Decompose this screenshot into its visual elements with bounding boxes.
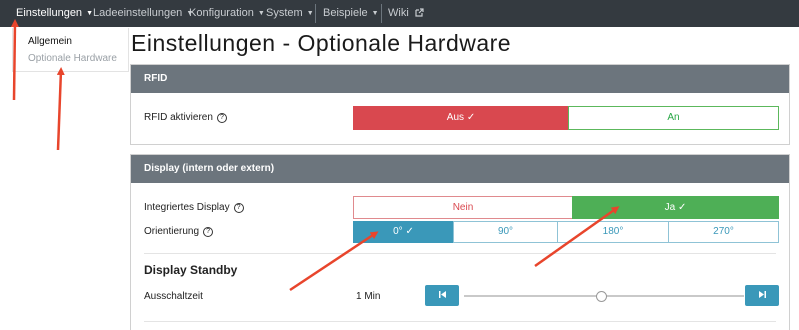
dropdown-item-optionale-hardware[interactable]: Optionale Hardware (28, 53, 117, 64)
nav-beispiele[interactable]: Beispiele ▼ (323, 0, 379, 27)
help-icon[interactable]: ? (216, 113, 227, 123)
step-forward-icon (758, 290, 767, 301)
orientation-label-text: Orientierung (144, 226, 200, 237)
rfid-label-text: RFID aktivieren (144, 112, 213, 123)
orientation-0-button[interactable]: 0° ✓ (353, 221, 454, 243)
integrated-display-nein-button[interactable]: Nein (353, 196, 573, 219)
rfid-label: RFID aktivieren? (144, 112, 227, 123)
nav-divider (315, 4, 316, 23)
section-divider (144, 253, 776, 254)
caret-down-icon: ▼ (371, 10, 379, 17)
integrated-display-ja-button[interactable]: Ja ✓ (572, 196, 779, 219)
nav-system-label: System (266, 7, 303, 19)
nav-ladeeinstellungen-label: Ladeeinstellungen (93, 7, 183, 19)
nav-beispiele-label: Beispiele (323, 7, 368, 19)
integrated-display-label-text: Integriertes Display (144, 202, 230, 213)
orientation-label: Orientierung? (144, 226, 214, 237)
nav-konfiguration[interactable]: Konfiguration ▼ (189, 0, 265, 27)
integrated-display-ja-label: Ja (664, 202, 676, 213)
rfid-an-button[interactable]: An (568, 106, 779, 130)
einstellungen-dropdown-menu: Allgemein Optionale Hardware (12, 28, 129, 72)
rfid-card-header: RFID (131, 65, 789, 93)
orientation-90-label: 90° (497, 226, 514, 237)
shutoff-label: Ausschaltzeit (144, 291, 203, 302)
caret-down-icon: ▼ (257, 10, 265, 17)
external-link-icon (415, 1, 424, 28)
caret-down-icon: ▼ (306, 10, 314, 17)
nav-einstellungen[interactable]: Einstellungen ▼ (16, 0, 93, 27)
orientation-0-label: 0° (393, 226, 403, 237)
shutoff-value: 1 Min (356, 291, 381, 302)
step-backward-icon (438, 290, 447, 301)
integrated-display-label: Integriertes Display? (144, 202, 244, 213)
check-icon: ✓ (466, 112, 476, 123)
display-card: Display (intern oder extern) Integrierte… (130, 154, 790, 330)
display-standby-heading: Display Standby (144, 263, 238, 277)
rfid-an-label: An (667, 112, 680, 123)
nav-ladeeinstellungen[interactable]: Ladeeinstellungen ▼ (93, 0, 193, 27)
orientation-90-button[interactable]: 90° (453, 221, 558, 243)
slider-decrease-button[interactable] (425, 285, 459, 306)
dropdown-item-allgemein[interactable]: Allgemein (28, 36, 72, 47)
nav-konfiguration-label: Konfiguration (189, 7, 254, 19)
nav-wiki[interactable]: Wiki (388, 0, 424, 27)
orientation-180-label: 180° (602, 226, 624, 237)
nav-system[interactable]: System ▼ (266, 0, 314, 27)
check-icon: ✓ (405, 226, 414, 237)
annotation-arrow (56, 67, 65, 151)
integrated-display-nein-label: Nein (452, 202, 474, 213)
caret-down-icon: ▼ (86, 10, 93, 17)
display-card-header: Display (intern oder extern) (131, 155, 789, 183)
nav-einstellungen-label: Einstellungen (16, 7, 83, 19)
orientation-270-label: 270° (713, 226, 734, 237)
section-divider (144, 321, 776, 322)
orientation-270-button[interactable]: 270° (668, 221, 779, 243)
check-icon: ✓ (677, 202, 687, 213)
top-navbar: Einstellungen ▼ Ladeeinstellungen ▼ Konfig… (0, 0, 799, 27)
rfid-aus-button[interactable]: Aus ✓ (353, 106, 569, 130)
orientation-180-button[interactable]: 180° (557, 221, 669, 243)
rfid-aus-label: Aus (446, 112, 465, 123)
rfid-card: RFID RFID aktivieren? Aus ✓ An (130, 64, 790, 145)
nav-wiki-label: Wiki (388, 7, 409, 19)
slider-increase-button[interactable] (745, 285, 779, 306)
nav-divider (381, 4, 382, 23)
shutoff-slider-thumb[interactable] (596, 291, 608, 302)
page-title: Einstellungen - Optionale Hardware (131, 30, 512, 56)
help-icon[interactable]: ? (233, 203, 244, 213)
help-icon[interactable]: ? (203, 227, 214, 237)
